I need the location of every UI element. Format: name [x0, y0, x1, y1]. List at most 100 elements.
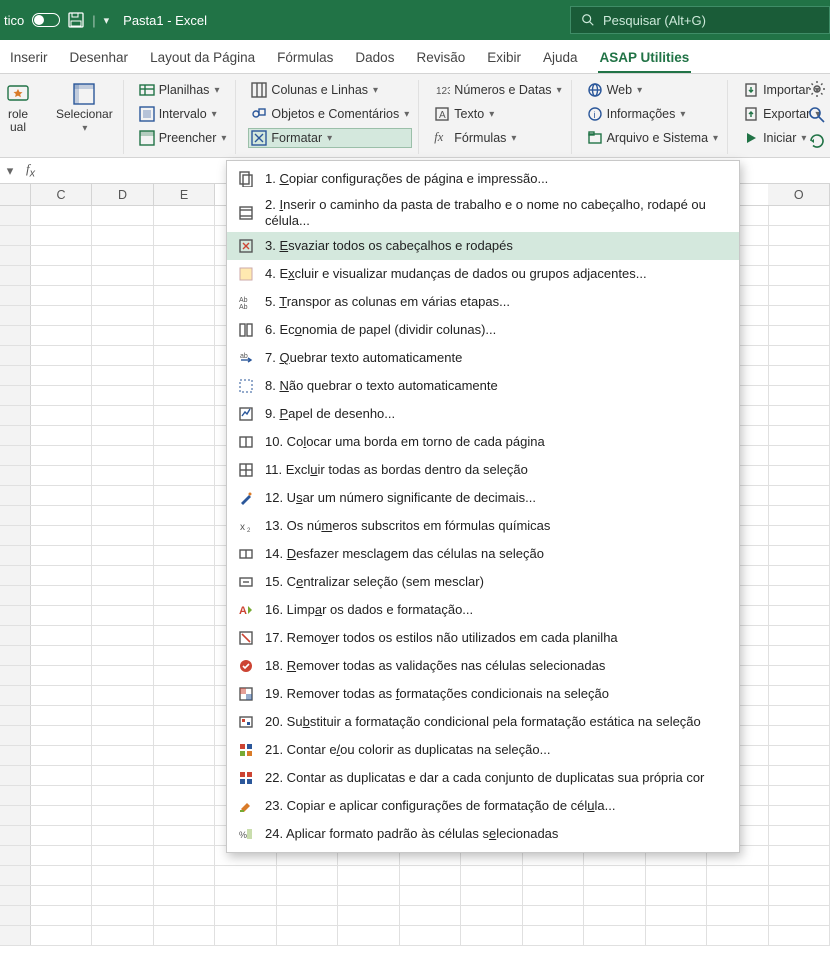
- menu-item-icon: [237, 433, 255, 451]
- ribbon-label: Números e Datas: [454, 83, 551, 97]
- fx-icon: fx: [434, 130, 450, 146]
- svg-text:A: A: [239, 605, 247, 617]
- ribbon-label: Iniciar: [763, 131, 796, 145]
- tab-inserir[interactable]: Inserir: [8, 44, 50, 73]
- menu-item-label: 24. Aplicar formato padrão às células se…: [265, 826, 558, 842]
- menu-item-icon: x2: [237, 517, 255, 535]
- web-button[interactable]: Web▾: [584, 80, 721, 100]
- formatar-button[interactable]: Formatar▾: [248, 128, 412, 148]
- ribbon-label: Preencher: [159, 131, 217, 145]
- menu-item-icon: [237, 545, 255, 563]
- col-header[interactable]: O: [768, 184, 830, 205]
- menu-item-6[interactable]: 6. Economia de papel (dividir colunas)..…: [227, 316, 739, 344]
- refresh-icon[interactable]: [808, 132, 826, 150]
- formulas-button[interactable]: fxFórmulas▾: [431, 128, 564, 148]
- menu-item-icon: [237, 797, 255, 815]
- tab-desenhar[interactable]: Desenhar: [68, 44, 131, 73]
- menu-item-5[interactable]: AbAb5. Transpor as colunas em várias eta…: [227, 288, 739, 316]
- intervalo-button[interactable]: Intervalo▾: [136, 104, 230, 124]
- export-icon: [743, 106, 759, 122]
- texto-button[interactable]: ATexto▾: [431, 104, 564, 124]
- preencher-button[interactable]: Preencher▾: [136, 128, 230, 148]
- tab-formulas[interactable]: Fórmulas: [275, 44, 335, 73]
- menu-item-label: 21. Contar e/ou colorir as duplicatas na…: [265, 742, 550, 758]
- menu-item-17[interactable]: 17. Remover todos os estilos não utiliza…: [227, 624, 739, 652]
- menu-item-22[interactable]: 22. Contar as duplicatas e dar a cada co…: [227, 764, 739, 792]
- tab-revisao[interactable]: Revisão: [414, 44, 467, 73]
- menu-item-label: 6. Economia de papel (dividir colunas)..…: [265, 322, 496, 338]
- gear-icon[interactable]: [808, 80, 826, 98]
- menu-item-19[interactable]: 19. Remover todas as formatações condici…: [227, 680, 739, 708]
- menu-item-label: 19. Remover todas as formatações condici…: [265, 686, 609, 702]
- chevron-down-icon: ▾: [557, 85, 562, 96]
- selecionar-button[interactable]: Selecionar▾: [52, 80, 117, 136]
- menu-item-icon: [237, 741, 255, 759]
- autosave-toggle[interactable]: [32, 13, 60, 27]
- menu-item-7[interactable]: ab7. Quebrar texto automaticamente: [227, 344, 739, 372]
- fx-icon[interactable]: fx: [20, 161, 41, 180]
- search-box[interactable]: Pesquisar (Alt+G): [570, 6, 830, 34]
- menu-item-icon: [237, 204, 255, 222]
- save-icon[interactable]: [68, 12, 84, 28]
- menu-item-1[interactable]: 1. Copiar configurações de página e impr…: [227, 165, 739, 193]
- menu-item-icon: [237, 321, 255, 339]
- menu-item-2[interactable]: 2. Inserir o caminho da pasta de trabalh…: [227, 193, 739, 232]
- menu-item-label: 14. Desfazer mesclagem das células na se…: [265, 546, 544, 562]
- name-box-dropdown-icon[interactable]: ▾: [0, 163, 20, 179]
- menu-item-label: 8. Não quebrar o texto automaticamente: [265, 378, 498, 394]
- menu-item-10[interactable]: 10. Colocar uma borda em torno de cada p…: [227, 428, 739, 456]
- ribbon-label: Selecionar: [56, 107, 113, 121]
- ribbon-role-button[interactable]: roleual: [2, 80, 34, 136]
- ribbon-label: role: [8, 107, 28, 121]
- menu-item-label: 22. Contar as duplicatas e dar a cada co…: [265, 770, 704, 786]
- menu-item-20[interactable]: 20. Substituir a formatação condicional …: [227, 708, 739, 736]
- menu-item-24[interactable]: % 24. Aplicar formato padrão às células s…: [227, 820, 739, 848]
- objetos-comentarios-button[interactable]: Objetos e Comentários▾: [248, 104, 412, 124]
- menu-item-16[interactable]: A16. Limpar os dados e formatação...: [227, 596, 739, 624]
- menu-item-3[interactable]: 3. Esvaziar todos os cabeçalhos e rodapé…: [227, 232, 739, 260]
- ribbon-label: Importar: [763, 83, 810, 97]
- menu-item-21[interactable]: 21. Contar e/ou colorir as duplicatas na…: [227, 736, 739, 764]
- menu-item-icon: [237, 405, 255, 423]
- col-header[interactable]: C: [31, 184, 93, 205]
- text-icon: A: [434, 106, 450, 122]
- menu-item-23[interactable]: 23. Copiar e aplicar configurações de fo…: [227, 792, 739, 820]
- menu-item-14[interactable]: 14. Desfazer mesclagem das células na se…: [227, 540, 739, 568]
- svg-text:x: x: [240, 522, 245, 533]
- favorites-icon: [6, 82, 30, 106]
- menu-item-4[interactable]: 4. Excluir e visualizar mudanças de dado…: [227, 260, 739, 288]
- col-header[interactable]: E: [154, 184, 216, 205]
- ribbon-label: Texto: [454, 107, 484, 121]
- ribbon: roleual Selecionar▾ Planilhas▾ Intervalo…: [0, 74, 830, 158]
- menu-item-icon: [237, 377, 255, 395]
- qa-divider: |: [92, 13, 95, 28]
- menu-item-15[interactable]: 15. Centralizar seleção (sem mesclar): [227, 568, 739, 596]
- quick-access-dropdown-icon[interactable]: ▾: [104, 14, 110, 27]
- tab-dados[interactable]: Dados: [353, 44, 396, 73]
- numeros-datas-button[interactable]: 123Números e Datas▾: [431, 80, 564, 100]
- menu-item-13[interactable]: x213. Os números subscritos em fórmulas …: [227, 512, 739, 540]
- menu-item-label: 10. Colocar uma borda em torno de cada p…: [265, 434, 545, 450]
- menu-item-9[interactable]: 9. Papel de desenho...: [227, 400, 739, 428]
- menu-item-icon: %: [237, 825, 255, 843]
- ribbon-label: Fórmulas: [454, 131, 506, 145]
- colunas-linhas-button[interactable]: Colunas e Linhas▾: [248, 80, 412, 100]
- tab-layout[interactable]: Layout da Página: [148, 44, 257, 73]
- menu-item-8[interactable]: 8. Não quebrar o texto automaticamente: [227, 372, 739, 400]
- informacoes-button[interactable]: iInformações▾: [584, 104, 721, 124]
- ribbon-tools: [808, 80, 826, 150]
- ribbon-label: Intervalo: [159, 107, 207, 121]
- menu-item-18[interactable]: 18. Remover todas as validações nas célu…: [227, 652, 739, 680]
- menu-item-11[interactable]: 11. Excluir todas as bordas dentro da se…: [227, 456, 739, 484]
- tab-asap-utilities[interactable]: ASAP Utilities: [598, 44, 692, 73]
- arquivo-sistema-button[interactable]: Arquivo e Sistema▾: [584, 128, 721, 148]
- svg-text:i: i: [593, 110, 595, 120]
- chevron-down-icon: ▾: [637, 85, 642, 96]
- tab-ajuda[interactable]: Ajuda: [541, 44, 580, 73]
- col-header[interactable]: D: [92, 184, 154, 205]
- search-icon[interactable]: [808, 106, 826, 124]
- col-header[interactable]: [0, 184, 31, 205]
- menu-item-12[interactable]: 12. Usar um número significante de decim…: [227, 484, 739, 512]
- tab-exibir[interactable]: Exibir: [485, 44, 523, 73]
- planilhas-button[interactable]: Planilhas▾: [136, 80, 230, 100]
